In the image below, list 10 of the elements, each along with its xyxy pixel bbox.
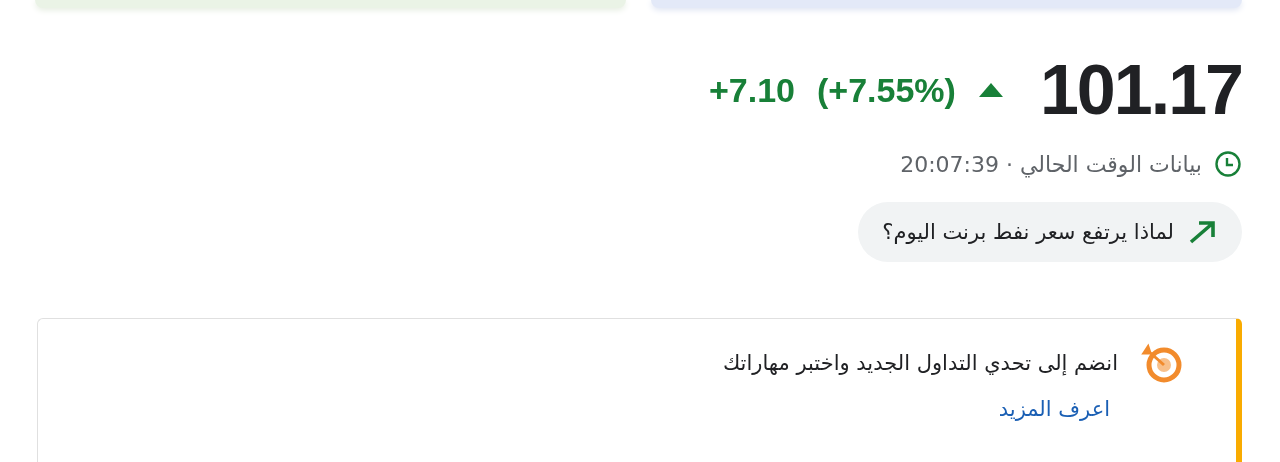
price-value: 101.17	[1039, 50, 1242, 130]
target-icon	[1140, 343, 1184, 383]
question-chip[interactable]: لماذا يرتفع سعر نفط برنت اليوم؟	[858, 202, 1242, 262]
clock-icon	[1214, 150, 1242, 178]
change-percent: (+7.55%)	[817, 70, 956, 110]
promo-text: انضم إلى تحدي التداول الجديد واختبر مهاراتك	[722, 351, 1118, 375]
learn-more-link[interactable]: اعرف المزيد	[998, 397, 1110, 421]
change-value: +7.10	[708, 70, 795, 110]
timestamp-text: بيانات الوقت الحالي · 20:07:39	[900, 151, 1202, 177]
trending-up-icon	[1188, 219, 1218, 245]
